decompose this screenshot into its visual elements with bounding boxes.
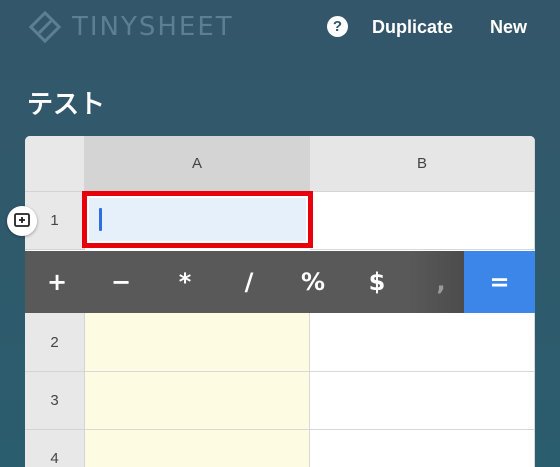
percent-button[interactable]: % bbox=[281, 251, 345, 313]
corner-cell bbox=[25, 136, 85, 192]
cell-a4[interactable] bbox=[85, 430, 310, 467]
active-cell-a1[interactable] bbox=[82, 191, 313, 248]
divide-button[interactable]: / bbox=[217, 251, 281, 313]
row-number: 2 bbox=[50, 333, 59, 351]
row-header-2[interactable]: 2 bbox=[25, 313, 85, 372]
minus-button[interactable]: − bbox=[89, 251, 153, 313]
dollar-button[interactable]: $ bbox=[345, 251, 409, 313]
cell-a3[interactable] bbox=[85, 372, 310, 430]
app-header: TINYSHEET ? Duplicate New bbox=[0, 0, 560, 55]
plus-button[interactable]: + bbox=[25, 251, 89, 313]
diamond-logo-icon bbox=[28, 10, 62, 44]
new-button[interactable]: New bbox=[490, 17, 527, 38]
row-header-4[interactable]: 4 bbox=[25, 430, 85, 467]
sheet-title[interactable]: テスト bbox=[27, 84, 105, 121]
duplicate-button[interactable]: Duplicate bbox=[372, 17, 453, 38]
text-caret bbox=[99, 208, 102, 231]
add-row-button[interactable] bbox=[7, 206, 37, 236]
cell-b1[interactable] bbox=[310, 192, 535, 250]
add-row-icon bbox=[14, 213, 30, 227]
cell-b2[interactable] bbox=[310, 313, 535, 372]
logo-text: TINYSHEET bbox=[72, 12, 234, 42]
multiply-button[interactable]: * bbox=[153, 251, 217, 313]
cell-editor[interactable] bbox=[89, 198, 306, 241]
row-header-3[interactable]: 3 bbox=[25, 372, 85, 430]
logo[interactable]: TINYSHEET bbox=[28, 10, 234, 44]
column-header-a[interactable]: A bbox=[85, 136, 310, 192]
row-number: 3 bbox=[50, 392, 59, 409]
cell-a2[interactable] bbox=[85, 313, 310, 372]
operator-toolbar: + − * / % $ , = bbox=[25, 251, 535, 313]
help-button[interactable]: ? bbox=[327, 16, 348, 37]
row-number: 1 bbox=[50, 212, 59, 229]
column-header-b[interactable]: B bbox=[310, 136, 535, 192]
row-number: 4 bbox=[50, 450, 59, 467]
equals-button[interactable]: = bbox=[464, 251, 535, 313]
cell-b4[interactable] bbox=[310, 430, 535, 467]
cell-b3[interactable] bbox=[310, 372, 535, 430]
